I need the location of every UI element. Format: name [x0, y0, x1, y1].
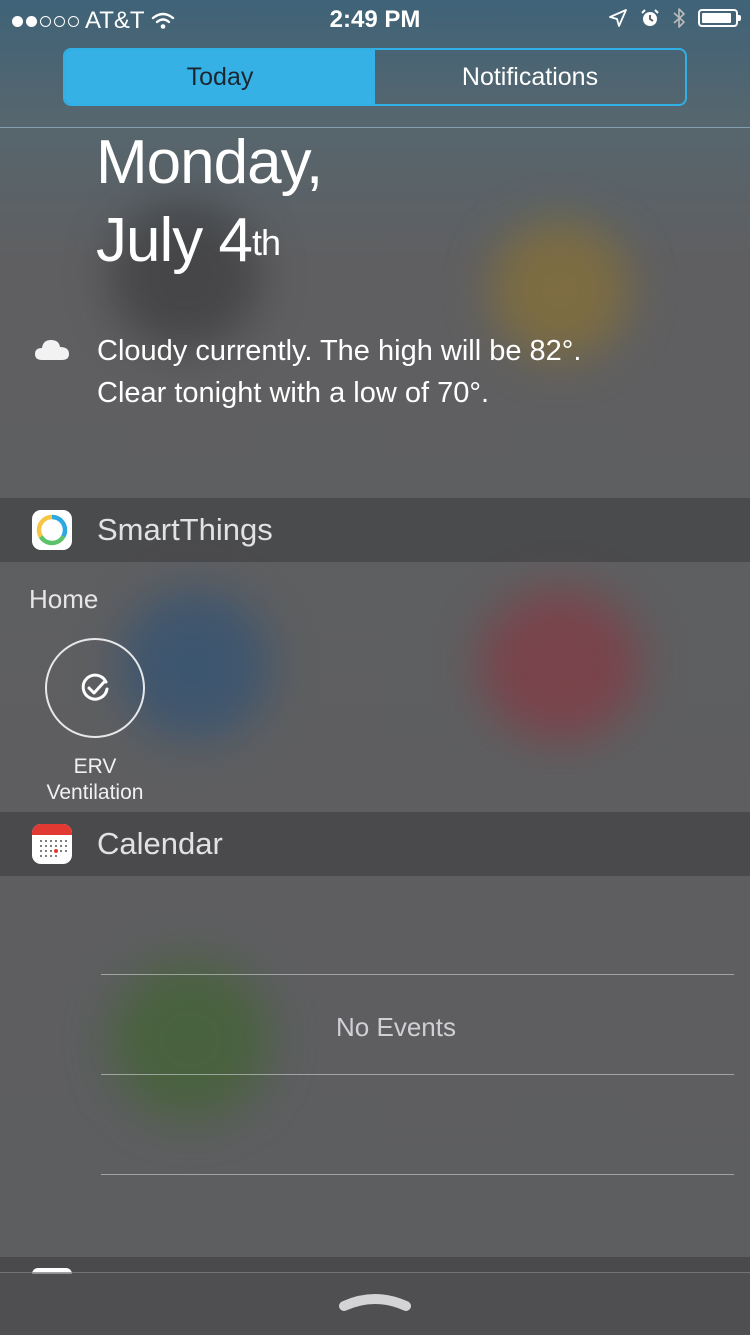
weather-line-current: Cloudy currently. The high will be 82°.: [97, 335, 582, 367]
date-month-day: July 4: [96, 206, 253, 275]
date-ordinal: th: [251, 222, 281, 263]
routine-name-line2: Ventilation: [46, 781, 144, 804]
weather-line-tonight: Clear tonight with a low of 70°.: [97, 377, 490, 409]
grabber-handle-icon[interactable]: [338, 1290, 412, 1314]
smartthings-location-label: Home: [29, 584, 99, 614]
today-notifications-segmented-control: Today Notifications: [63, 48, 687, 106]
next-widget-header-peek: [0, 1257, 750, 1273]
tab-notifications[interactable]: Notifications: [375, 50, 685, 104]
calendar-widget-header[interactable]: Calendar: [0, 812, 750, 876]
smartthings-title: SmartThings: [97, 512, 273, 547]
bluetooth-icon: [673, 8, 685, 28]
weather-summary: Cloudy currently. The high will be 82°. …: [97, 330, 581, 414]
date-weekday: Monday,: [96, 128, 323, 197]
check-circle-icon: [81, 673, 109, 701]
calendar-divider: [101, 1074, 734, 1075]
smartthings-app-icon: [32, 510, 72, 550]
erv-ventilation-button[interactable]: [45, 638, 145, 738]
battery-icon: [698, 9, 741, 27]
erv-ventilation-label: ERV Ventilation: [20, 754, 170, 806]
status-bar: AT&T 2:49 PM: [0, 0, 750, 40]
tab-today[interactable]: Today: [65, 50, 375, 104]
calendar-divider: [101, 1174, 734, 1175]
routine-name-line1: ERV: [73, 755, 117, 778]
date-day: July 4th: [96, 202, 322, 280]
date-summary: Monday, July 4th: [96, 124, 323, 280]
smartthings-widget-header[interactable]: SmartThings: [0, 498, 750, 562]
calendar-title: Calendar: [97, 826, 223, 861]
alarm-icon: [641, 9, 659, 26]
calendar-app-icon: [32, 824, 72, 864]
status-icons: [608, 7, 741, 29]
calendar-divider: [101, 974, 734, 975]
location-arrow-icon: [609, 9, 627, 27]
calendar-empty-text: No Events: [336, 1012, 456, 1042]
cloud-icon: [35, 340, 69, 360]
